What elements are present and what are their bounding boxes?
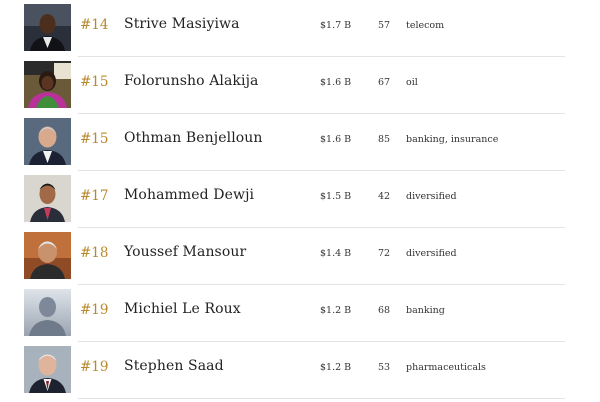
- net-worth: $1.4 B: [320, 248, 352, 259]
- wealth-source: banking, insurance: [406, 134, 499, 145]
- portrait-image: [24, 4, 71, 51]
- person-name[interactable]: Strive Masiyiwa: [124, 16, 240, 32]
- person-photo[interactable]: [24, 289, 71, 336]
- age: 57: [378, 20, 391, 31]
- rank: #15: [80, 131, 109, 147]
- person-name[interactable]: Youssef Mansour: [124, 244, 246, 260]
- person-photo[interactable]: [24, 346, 71, 393]
- portrait-image: [24, 346, 71, 393]
- list-item[interactable]: #17 Mohammed Dewji $1.5 B 42 diversified: [0, 171, 600, 228]
- age: 72: [378, 248, 391, 259]
- billionaires-list: #14 Strive Masiyiwa $1.7 B 57 telecom #1…: [0, 0, 600, 402]
- person-name[interactable]: Mohammed Dewji: [124, 187, 254, 203]
- age: 67: [378, 77, 391, 88]
- net-worth: $1.6 B: [320, 77, 352, 88]
- wealth-source: telecom: [406, 20, 445, 31]
- list-item[interactable]: #19 Stephen Saad $1.2 B 53 pharmaceutica…: [0, 342, 600, 399]
- person-name[interactable]: Folorunsho Alakija: [124, 73, 258, 89]
- person-photo[interactable]: [24, 4, 71, 51]
- wealth-source: diversified: [406, 191, 457, 202]
- list-item[interactable]: #15 Folorunsho Alakija $1.6 B 67 oil: [0, 57, 600, 114]
- wealth-source: banking: [406, 305, 445, 316]
- rank: #19: [80, 359, 109, 375]
- rank: #17: [80, 188, 109, 204]
- portrait-image: [24, 175, 71, 222]
- list-item[interactable]: #19 Michiel Le Roux $1.2 B 68 banking: [0, 285, 600, 342]
- person-photo[interactable]: [24, 175, 71, 222]
- person-name[interactable]: Stephen Saad: [124, 358, 224, 374]
- age: 68: [378, 305, 391, 316]
- list-item[interactable]: #15 Othman Benjelloun $1.6 B 85 banking,…: [0, 114, 600, 171]
- portrait-image: [24, 232, 71, 279]
- rank: #15: [80, 74, 109, 90]
- net-worth: $1.2 B: [320, 305, 352, 316]
- age: 85: [378, 134, 391, 145]
- net-worth: $1.7 B: [320, 20, 352, 31]
- wealth-source: oil: [406, 77, 418, 88]
- age: 53: [378, 362, 391, 373]
- rank: #19: [80, 302, 109, 318]
- person-photo[interactable]: [24, 232, 71, 279]
- placeholder-silhouette-image: [24, 289, 71, 336]
- rank: #18: [80, 245, 109, 261]
- person-name[interactable]: Othman Benjelloun: [124, 130, 263, 146]
- person-photo[interactable]: [24, 118, 71, 165]
- row-divider: [78, 398, 565, 399]
- rank: #14: [80, 17, 109, 33]
- net-worth: $1.6 B: [320, 134, 352, 145]
- wealth-source: pharmaceuticals: [406, 362, 486, 373]
- net-worth: $1.2 B: [320, 362, 352, 373]
- portrait-image: [24, 61, 71, 108]
- list-item[interactable]: #18 Youssef Mansour $1.4 B 72 diversifie…: [0, 228, 600, 285]
- person-photo[interactable]: [24, 61, 71, 108]
- wealth-source: diversified: [406, 248, 457, 259]
- portrait-image: [24, 118, 71, 165]
- age: 42: [378, 191, 391, 202]
- list-item[interactable]: #14 Strive Masiyiwa $1.7 B 57 telecom: [0, 0, 600, 57]
- person-name[interactable]: Michiel Le Roux: [124, 301, 241, 317]
- net-worth: $1.5 B: [320, 191, 352, 202]
